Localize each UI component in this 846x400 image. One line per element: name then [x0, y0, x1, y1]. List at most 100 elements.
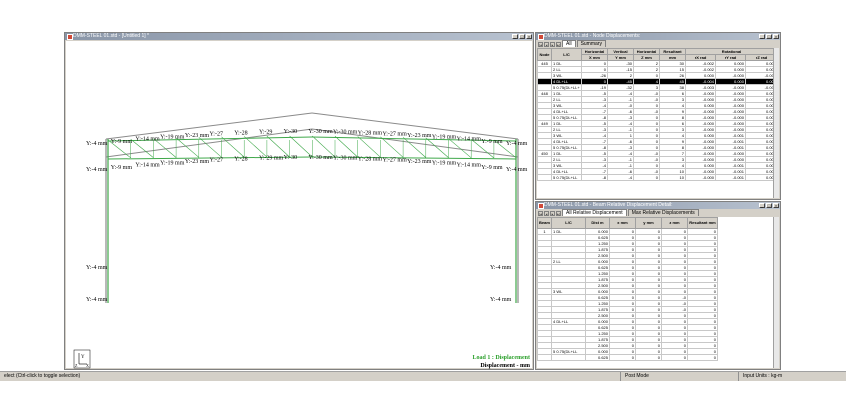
legend-units-label: Displacement - mm [480, 363, 530, 369]
beam-displacement-table[interactable]: Beam L/C Dist m x mm y mm z mm Resultant… [537, 217, 718, 361]
structure-window-titlebar[interactable]: DMM-STEEL 01.std - [Untitled 1] * _ □ × [65, 33, 533, 40]
displacement-label: Y:-23 mm [185, 133, 210, 139]
tab-all[interactable]: All [562, 40, 576, 47]
node-displacements-grid-area[interactable]: Node L/C Horizontal Vertical Horizontal … [537, 48, 779, 198]
displacement-label: Y:-27 [210, 157, 223, 163]
axis-z-label: Z [75, 363, 78, 368]
structure-window: DMM-STEEL 01.std - [Untitled 1] * _ □ × … [64, 32, 534, 370]
displacement-label: Y:-28 [234, 156, 247, 162]
displacement-label: Y:-9 mm [111, 165, 133, 171]
table-cell[interactable]: -8 [581, 174, 608, 181]
beam-displacement-grid-area[interactable]: Beam L/C Dist m x mm y mm z mm Resultant… [537, 217, 773, 368]
displacement-label: Y:-14 mm [457, 163, 482, 169]
displacement-label: Y:-27 mm [382, 157, 407, 163]
close-button[interactable]: × [526, 34, 532, 39]
displacement-label: Y:-27 [210, 131, 223, 137]
prev-tab-icon[interactable]: ◂ [544, 211, 549, 216]
displacement-label: Y:-19 mm [432, 135, 457, 141]
node-displacements-window: DMM-STEEL 01.std - Node Displacements: _… [535, 32, 781, 200]
minimize-button[interactable]: _ [512, 34, 518, 39]
table-cell[interactable] [551, 354, 586, 361]
col-lc[interactable]: L/C [551, 217, 586, 229]
maximize-button[interactable]: □ [766, 203, 772, 208]
axis-triad: Y Z X [73, 349, 91, 369]
table-cell[interactable]: 0 [633, 174, 660, 181]
table-cell[interactable]: 0 [609, 354, 636, 361]
displacement-labels-mid: Y:-4 mm Y:-9 mm Y:-14 mm Y:-19 mm Y:-23 mm Y:… [86, 155, 528, 173]
displacement-label: Y:-14 mm [135, 163, 160, 169]
table-cell[interactable]: -0.000 [685, 174, 716, 181]
close-button[interactable]: × [773, 203, 779, 208]
first-tab-icon[interactable]: |◂ [538, 42, 543, 47]
first-tab-icon[interactable]: |◂ [538, 211, 543, 216]
col-beam[interactable]: Beam [537, 217, 552, 229]
col-y[interactable]: y mm [635, 217, 662, 229]
table-row[interactable]: 5 0.75(DL+LL -8 -4 0 10 -0.000 -0.001 0.003 [537, 174, 779, 181]
displacement-label: Y:-4 mm [506, 167, 528, 173]
table-cell[interactable]: 0 [635, 354, 662, 361]
node-displacements-table[interactable]: Node L/C Horizontal Vertical Horizontal … [537, 48, 779, 181]
tab-max-relative-displacements[interactable]: Max Relative Displacements [627, 209, 699, 216]
table-cell[interactable]: 0.625 [585, 354, 610, 361]
displacement-label: Y:-29 [259, 129, 272, 135]
displacement-label: Y:-4 mm [506, 141, 528, 147]
col-z[interactable]: z mm [661, 217, 688, 229]
beam-displacement-titlebar[interactable]: DMM-STEEL 01.std - Beam Relative Displac… [536, 202, 780, 209]
tab-summary[interactable]: Summary [576, 40, 606, 47]
structure-canvas[interactable]: Y:-4 mm Y:-9 mm Y:-14 mm Y:-19 mm Y:-23 mm Y:… [66, 41, 534, 370]
last-tab-icon[interactable]: ▸| [556, 211, 561, 216]
table-cell[interactable]: -0.001 [715, 174, 746, 181]
displacement-label: Y:-19 mm [432, 161, 457, 167]
prev-tab-icon[interactable]: ◂ [544, 42, 549, 47]
truss-diagonal [312, 135, 336, 158]
col-x[interactable]: x mm [609, 217, 636, 229]
status-bar: elect (Ctrl-click to toggle selection) P… [0, 371, 846, 381]
displacement-label: Y:-4 mm [86, 141, 108, 147]
table-cell[interactable] [537, 174, 552, 181]
displacement-label: Y:-14 mm [135, 137, 160, 143]
maximize-button[interactable]: □ [519, 34, 525, 39]
table-cell[interactable]: 0 [687, 354, 718, 361]
truss-diagonal [402, 137, 426, 158]
status-hint: elect (Ctrl-click to toggle selection) [4, 373, 81, 379]
next-tab-icon[interactable]: ▸ [550, 211, 555, 216]
table-cell[interactable]: 0 [661, 354, 688, 361]
structure-window-title: DMM-STEEL 01.std - [Untitled 1] * [73, 33, 149, 39]
displacement-label: Y:-19 mm [160, 135, 185, 141]
displacement-label: Y:-30 [284, 129, 297, 135]
truss-diagonal [243, 136, 268, 158]
displacement-label: Y:-28 [234, 130, 247, 136]
col-dist[interactable]: Dist m [585, 217, 610, 229]
node-displacements-titlebar[interactable]: DMM-STEEL 01.std - Node Displacements: _… [536, 33, 780, 40]
displacement-label: Y:-30 mm [308, 155, 333, 161]
maximize-button[interactable]: □ [766, 34, 772, 39]
last-tab-icon[interactable]: ▸| [556, 42, 561, 47]
col-lc[interactable]: L/C [551, 48, 582, 61]
table-cell[interactable]: -4 [607, 174, 634, 181]
status-units: Input Units : kg-m [738, 372, 782, 381]
structure-view[interactable]: Y:-4 mm Y:-9 mm Y:-14 mm Y:-19 mm Y:-23 mm Y:… [66, 41, 534, 370]
displacement-label: Y:-27 mm [382, 131, 407, 137]
legend-load-label: Load 1 : Displacement [473, 355, 531, 361]
table-cell[interactable] [537, 354, 552, 361]
displacement-label: Y:-29 mm [259, 155, 284, 161]
displacement-label: Y:-23 mm [185, 159, 210, 165]
beam-displacement-window: DMM-STEEL 01.std - Beam Relative Displac… [535, 201, 781, 370]
displacement-label: Y:-30 mm [333, 129, 358, 135]
vertical-scrollbar[interactable] [773, 48, 779, 198]
tab-all-relative-displacement[interactable]: All Relative Displacement [562, 209, 627, 216]
minimize-button[interactable]: _ [759, 34, 765, 39]
vertical-scrollbar[interactable] [773, 217, 779, 368]
table-cell[interactable]: 5 0.75(DL+LL [551, 174, 582, 181]
close-button[interactable]: × [773, 34, 779, 39]
col-resultant[interactable]: Resultant mm [687, 217, 718, 229]
displacement-label: Y:-9 mm [481, 139, 503, 145]
table-row[interactable]: 0.625 0 0 0 0 [537, 354, 718, 361]
table-cell[interactable]: 10 [659, 174, 686, 181]
truss-diagonal [357, 136, 381, 158]
col-node[interactable]: Node [537, 48, 552, 61]
minimize-button[interactable]: _ [759, 203, 765, 208]
next-tab-icon[interactable]: ▸ [550, 42, 555, 47]
truss-diagonal [198, 137, 222, 158]
status-mode: Post Mode [620, 372, 649, 381]
